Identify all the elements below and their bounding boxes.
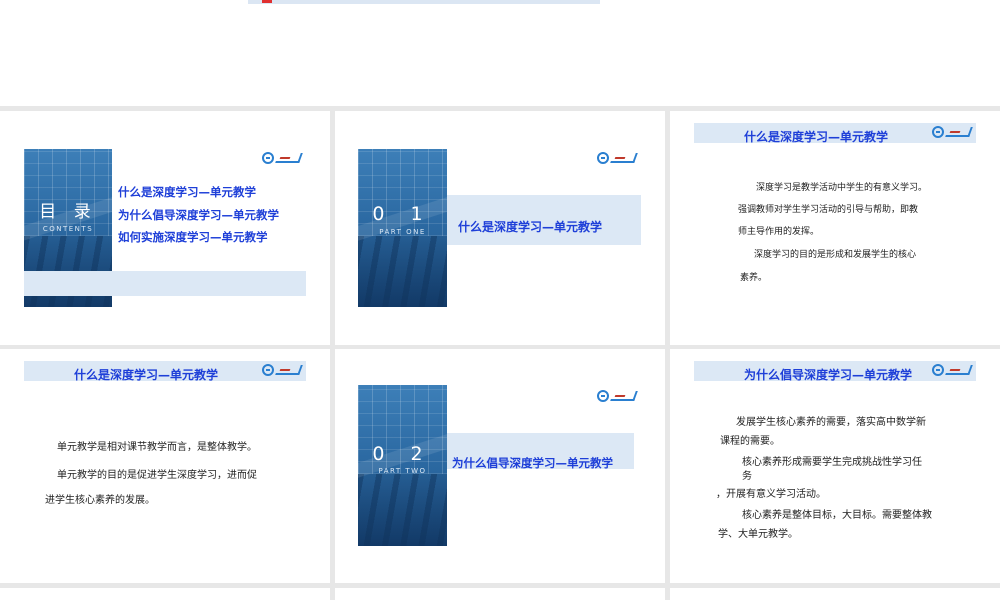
school-logo-icon	[597, 389, 638, 403]
body-line-6: 核心素养是整体目标，大目标。需要整体教	[742, 510, 932, 521]
part-number: 0 1	[372, 203, 433, 225]
slide-part-one[interactable]: 0 1 PART ONE 什么是深度学习—单元教学	[335, 111, 665, 345]
body-line-4: 深度学习的目的是形成和发展学生的核心	[754, 250, 917, 260]
title-band	[24, 271, 306, 296]
body-line-3: 进学生核心素养的发展。	[45, 495, 155, 506]
slide-contents[interactable]: 目 录 CONTENTS 什么是深度学习—单元教学 为什么倡导深度学习—单元教学…	[0, 111, 330, 345]
red-mark	[262, 0, 272, 3]
school-logo-icon	[262, 363, 303, 377]
slide-why[interactable]: 为什么倡导深度学习—单元教学 发展学生核心素养的需要，落实高中数学新 课程的需要…	[670, 349, 1000, 583]
previous-slide-fragment	[0, 0, 1000, 106]
body-line-1: 深度学习是教学活动中学生的有意义学习。	[756, 183, 928, 193]
body-line-2: 课程的需要。	[720, 436, 780, 447]
school-logo-icon	[932, 125, 973, 139]
body-line-1: 发展学生核心素养的需要，落实高中数学新	[736, 417, 926, 428]
part-label: PART TWO	[378, 467, 427, 475]
body-line-3: 核心素养形成需要学生完成挑战性学习任	[742, 457, 922, 468]
body-line-1: 单元教学是相对课节教学而言，是整体教学。	[57, 442, 257, 453]
part-title: 什么是深度学习—单元教学	[458, 220, 603, 234]
school-logo-icon	[262, 151, 303, 165]
building-photo	[358, 385, 447, 546]
next-slide-fragment[interactable]	[670, 588, 1000, 600]
contents-item-1: 什么是深度学习—单元教学	[118, 185, 256, 199]
next-slide-fragment[interactable]	[335, 588, 665, 600]
school-logo-icon	[597, 151, 638, 165]
slide-title: 什么是深度学习—单元教学	[74, 368, 219, 382]
slide-title: 为什么倡导深度学习—单元教学	[744, 368, 913, 382]
part-label: PART ONE	[379, 228, 426, 236]
body-line-7: 学、大单元教学。	[718, 529, 798, 540]
slide-what-is[interactable]: 什么是深度学习—单元教学 深度学习是教学活动中学生的有意义学习。 强调教师对学生…	[670, 111, 1000, 345]
body-line-5: ，开展有意义学习活动。	[716, 489, 826, 500]
contents-item-2: 为什么倡导深度学习—单元教学	[118, 208, 279, 222]
school-logo-icon	[932, 363, 973, 377]
contents-heading-en: CONTENTS	[42, 225, 94, 233]
body-line-5: 素养。	[740, 273, 768, 283]
contents-item-3: 如何实施深度学习—单元教学	[118, 230, 268, 244]
body-line-3: 师主导作用的发挥。	[738, 227, 820, 237]
body-line-2: 强调教师对学生学习活动的引导与帮助，即教	[738, 205, 919, 215]
slide-part-two[interactable]: 0 2 PART TWO 为什么倡导深度学习—单元教学	[335, 349, 665, 583]
slide-unit-teaching[interactable]: 什么是深度学习—单元教学 单元教学是相对课节教学而言，是整体教学。 单元教学的目…	[0, 349, 330, 583]
slide-title: 什么是深度学习—单元教学	[744, 130, 889, 144]
body-line-4: 务	[742, 471, 752, 482]
next-slide-fragment[interactable]	[0, 588, 330, 600]
part-number: 0 2	[372, 443, 433, 465]
body-line-2: 单元教学的目的是促进学生深度学习，进而促	[57, 470, 257, 481]
part-title: 为什么倡导深度学习—单元教学	[452, 456, 613, 470]
contents-heading: 目 录	[39, 202, 97, 222]
title-band	[248, 0, 600, 4]
